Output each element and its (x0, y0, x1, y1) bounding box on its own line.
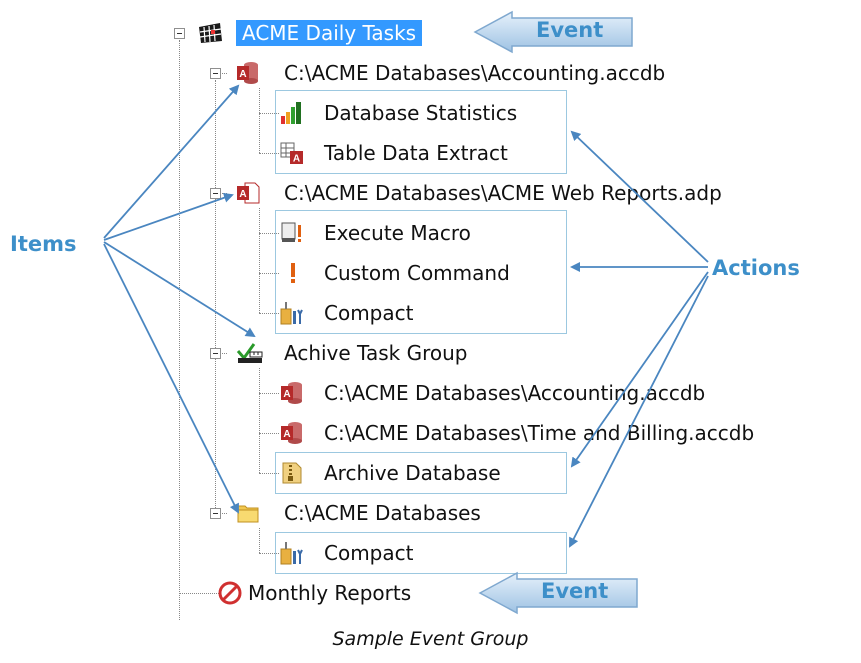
event-callout-top: Event (536, 18, 604, 42)
event-callout-bottom: Event (541, 579, 609, 603)
annotation-arrows (103, 10, 709, 615)
items-callout: Items (10, 232, 77, 256)
actions-callout: Actions (712, 256, 800, 280)
figure-caption: Sample Event Group (332, 628, 529, 650)
